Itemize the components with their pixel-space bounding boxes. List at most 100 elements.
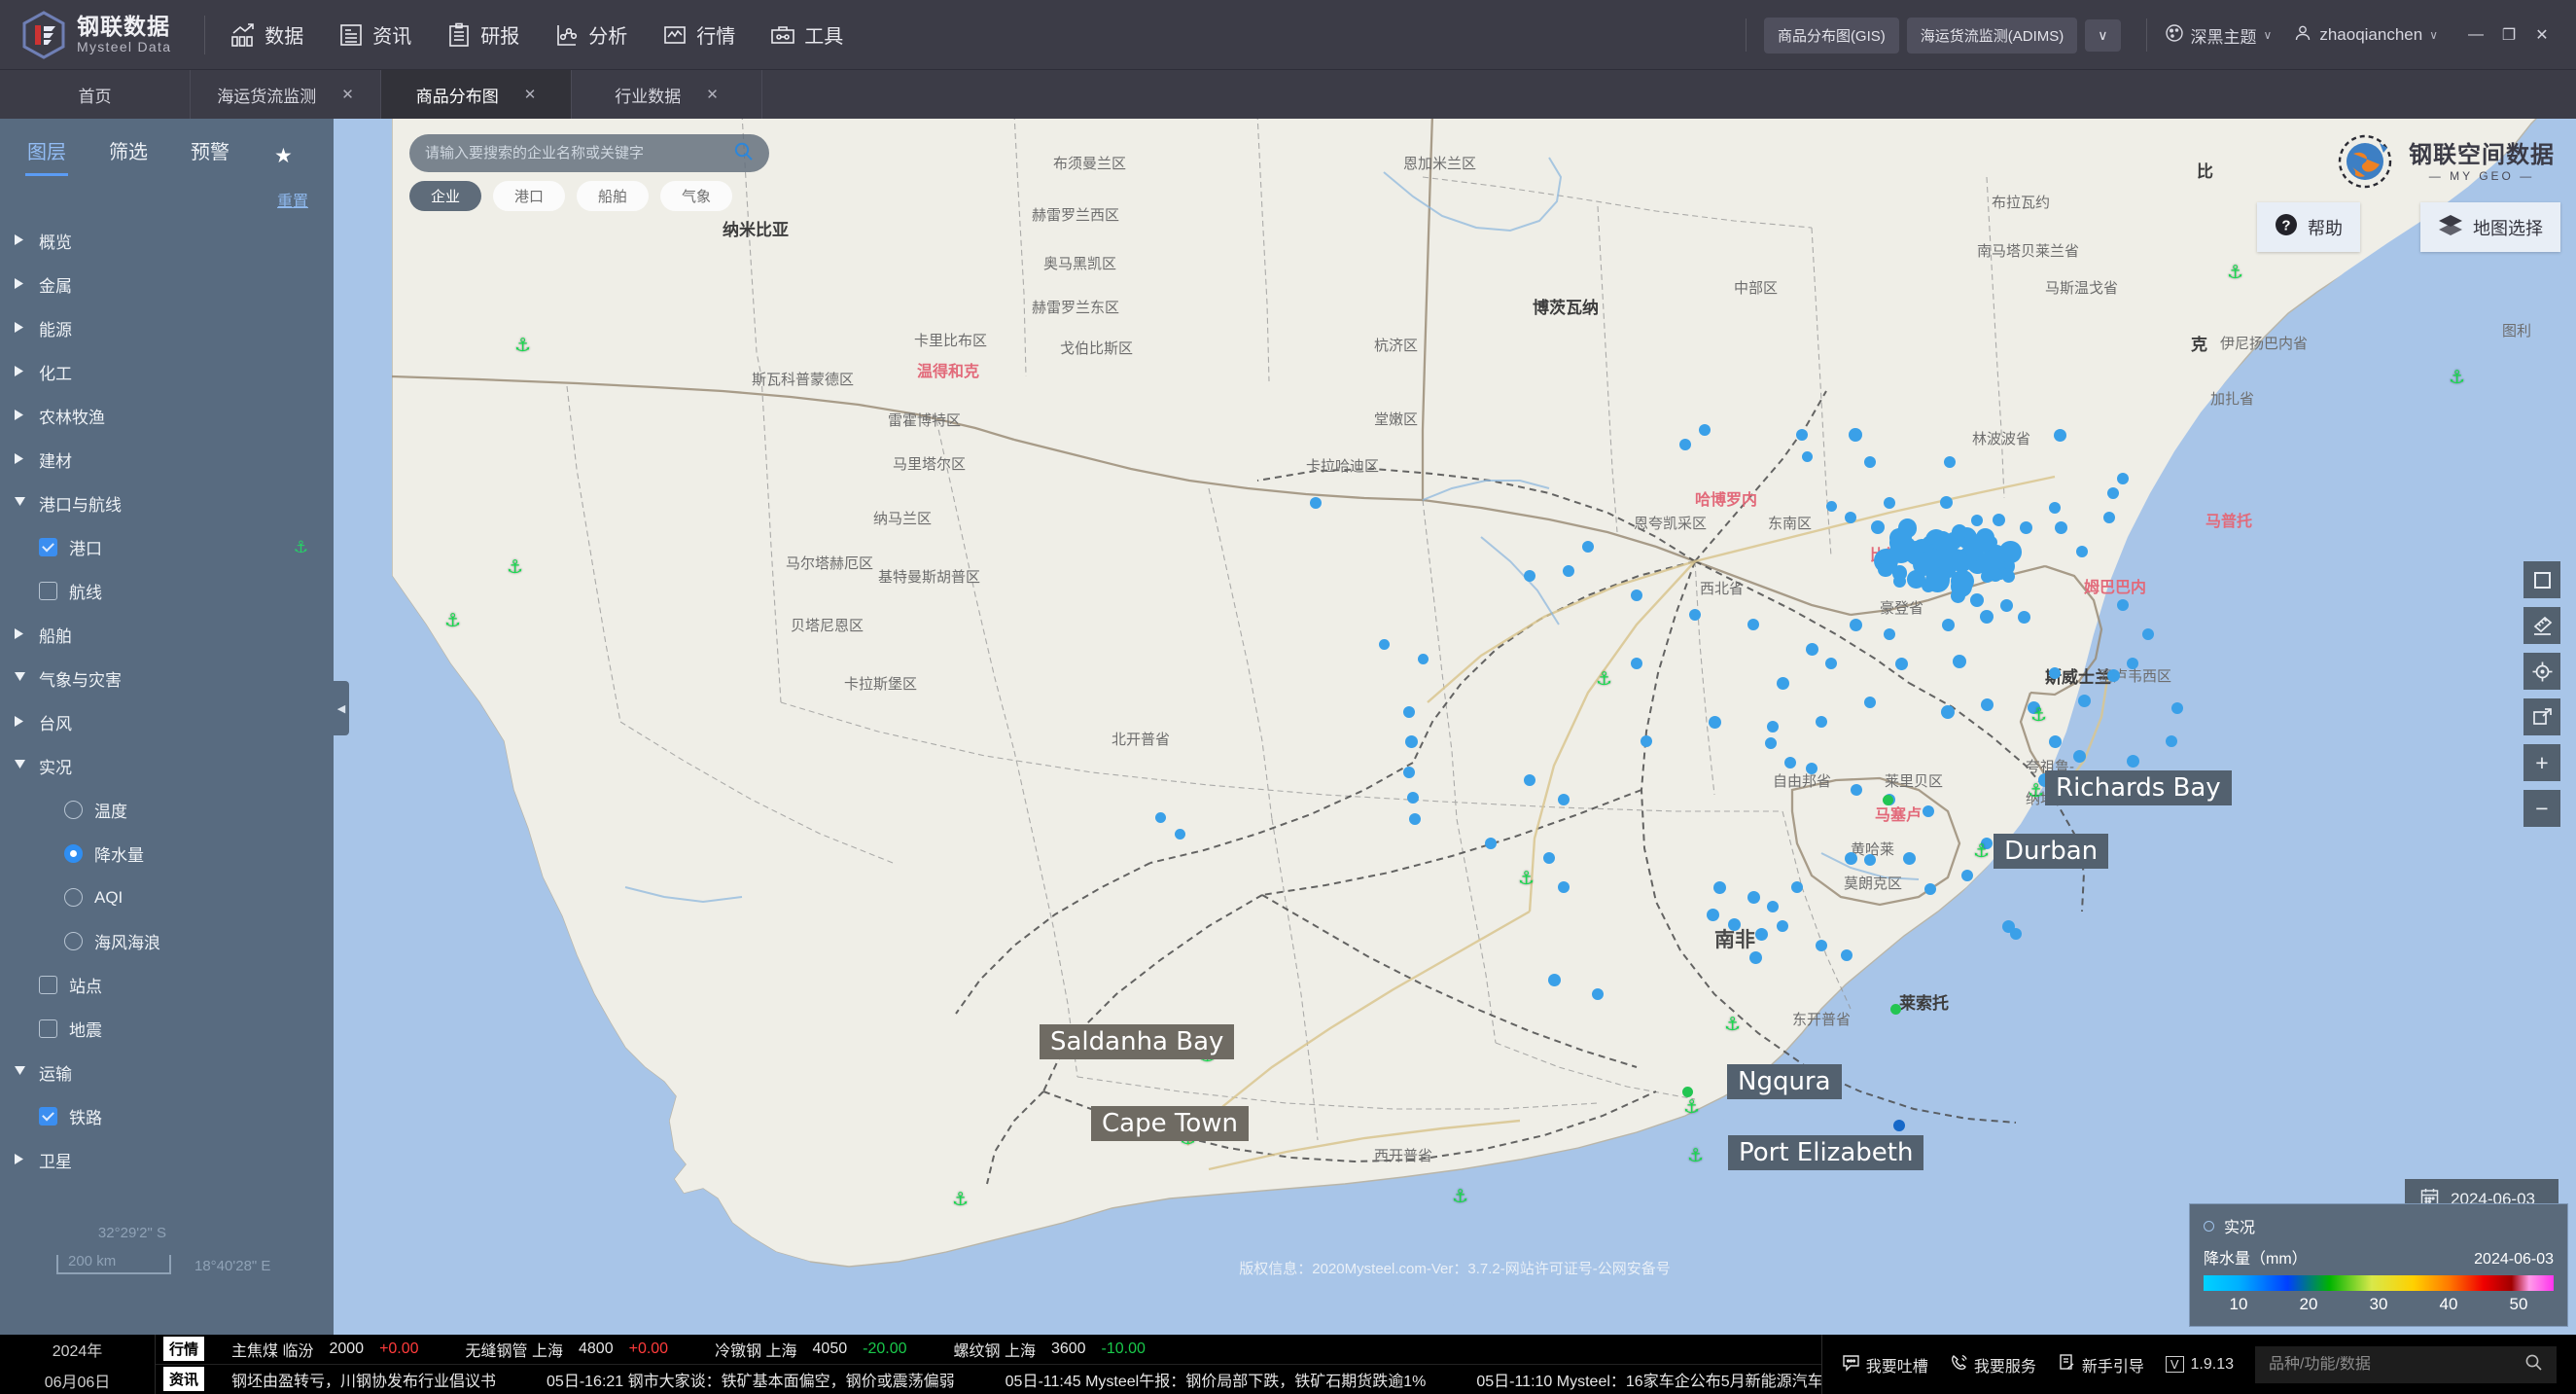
port-anchor-icon[interactable]: ⚓ [1452, 1186, 1468, 1208]
map-data-point[interactable] [2166, 735, 2177, 747]
map-data-point[interactable] [1850, 619, 1862, 631]
layer-tree-item[interactable]: AQI [0, 876, 334, 919]
map-data-point[interactable] [2127, 658, 2138, 669]
port-label[interactable]: Durban [1994, 834, 2108, 869]
theme-selector[interactable]: 深黑主题 ∨ [2165, 23, 2273, 48]
map-data-point[interactable] [1893, 1120, 1905, 1131]
map-data-point[interactable] [2107, 669, 2120, 682]
ticker-quote-item[interactable]: 无缝钢管 上海 4800 +0.00 [466, 1338, 669, 1361]
map-data-point[interactable] [1864, 854, 1876, 866]
nav-item-analysis[interactable]: 分析 [554, 20, 627, 49]
map-data-point[interactable] [1418, 654, 1429, 664]
map-data-point[interactable] [1558, 881, 1570, 893]
map-data-point[interactable] [1679, 439, 1691, 450]
port-label[interactable]: Saldanha Bay [1040, 1024, 1234, 1059]
layer-checkbox[interactable] [39, 1107, 57, 1126]
layer-tree-item[interactable]: 航线 [0, 569, 334, 613]
nav-item-quotes[interactable]: 行情 [662, 20, 735, 49]
port-anchor-icon[interactable]: ⚓ [2028, 780, 2044, 803]
map-data-point[interactable] [1849, 428, 1862, 442]
map-data-point[interactable] [1747, 619, 1759, 630]
tab-gis[interactable]: 商品分布图 ✕ [381, 70, 572, 119]
map-layer-select-button[interactable]: 地图选择 [2420, 202, 2560, 252]
layer-checkbox[interactable] [39, 582, 57, 600]
favorite-star-icon[interactable]: ★ [274, 144, 293, 168]
chevron-right-icon[interactable] [14, 365, 29, 380]
chevron-down-icon[interactable] [14, 1065, 29, 1081]
restore-button[interactable]: ❐ [2492, 18, 2525, 52]
zoom-out-icon[interactable]: − [2523, 790, 2560, 827]
service-button[interactable]: 我要服务 [1950, 1353, 2036, 1376]
map-data-point[interactable] [1940, 496, 1953, 509]
map-data-point[interactable] [1951, 570, 1973, 592]
map-data-point[interactable] [1845, 852, 1857, 865]
ticker-news-item[interactable]: 05日-16:21 钢市大家谈：铁矿基本面偏空，钢价或震荡偏弱 [547, 1368, 955, 1391]
map-data-point[interactable] [1907, 570, 1925, 589]
map-data-point[interactable] [1980, 610, 1994, 624]
layer-tree-item[interactable]: 温度 [0, 788, 334, 832]
chevron-right-icon[interactable] [14, 452, 29, 468]
nav-item-report[interactable]: 研报 [446, 20, 519, 49]
chevron-right-icon[interactable] [14, 715, 29, 731]
chevron-right-icon[interactable] [14, 233, 29, 249]
port-anchor-icon[interactable]: ⚓ [1724, 1014, 1741, 1036]
map-data-point[interactable] [2049, 735, 2062, 748]
map-data-point[interactable] [1175, 829, 1185, 840]
layer-tree-item[interactable]: 铁路 [0, 1094, 334, 1138]
layer-tree-item[interactable]: 港口与航线 [0, 482, 334, 525]
map-data-point[interactable] [1310, 497, 1322, 509]
map-data-point[interactable] [1845, 512, 1856, 523]
chevron-right-icon[interactable] [14, 627, 29, 643]
chevron-down-icon[interactable] [14, 671, 29, 687]
port-anchor-icon[interactable]: ⚓ [507, 556, 523, 579]
map-data-point[interactable] [1689, 609, 1701, 621]
map-data-point[interactable] [1524, 774, 1535, 786]
layer-tree-item[interactable]: 降水量 [0, 832, 334, 876]
chip-enterprise[interactable]: 企业 [409, 181, 481, 211]
legend-radio-icon[interactable] [2204, 1221, 2214, 1232]
map-data-point[interactable] [2018, 611, 2030, 624]
ticker-quote-item[interactable]: 螺纹钢 上海 3600 -10.00 [954, 1338, 1146, 1361]
layer-tree-item[interactable]: 运输 [0, 1051, 334, 1094]
map-data-point[interactable] [2076, 546, 2088, 557]
map-data-point[interactable] [1403, 706, 1415, 718]
map-data-point[interactable] [2107, 487, 2119, 499]
map-data-point[interactable] [1890, 1004, 1901, 1015]
map-data-point[interactable] [1825, 658, 1837, 669]
map-data-point[interactable] [1524, 570, 1535, 582]
port-anchor-icon[interactable]: ⚓ [2030, 704, 2047, 727]
chip-weather[interactable]: 气象 [660, 181, 732, 211]
map-data-point[interactable] [2078, 695, 2091, 707]
ticker-search-box[interactable] [2255, 1346, 2557, 1383]
map-data-point[interactable] [1403, 767, 1415, 778]
map-data-point[interactable] [2073, 750, 2086, 763]
map-data-point[interactable] [2054, 429, 2066, 442]
map-data-point[interactable] [1802, 451, 1813, 462]
guide-button[interactable]: 新手引导 [2058, 1353, 2144, 1376]
map-data-point[interactable] [1941, 705, 1955, 719]
port-anchor-icon[interactable]: ⚓ [2449, 367, 2465, 389]
chip-port[interactable]: 港口 [493, 181, 565, 211]
map-data-point[interactable] [1806, 643, 1818, 656]
map-data-point[interactable] [1379, 639, 1390, 650]
map-data-point[interactable] [2103, 512, 2115, 523]
chevron-right-icon[interactable] [14, 1153, 29, 1168]
port-anchor-icon[interactable]: ⚓ [952, 1189, 969, 1211]
map-data-point[interactable] [1932, 548, 1951, 566]
map-data-point[interactable] [1548, 974, 1561, 986]
map-data-point[interactable] [1864, 697, 1876, 708]
map-data-point[interactable] [1777, 920, 1788, 932]
sidebar-tab-layers[interactable]: 图层 [27, 136, 66, 176]
map-data-point[interactable] [1777, 677, 1789, 690]
map-data-point[interactable] [1961, 870, 1973, 881]
layer-tree-item[interactable]: 建材 [0, 438, 334, 482]
map-data-point[interactable] [2055, 521, 2067, 534]
port-anchor-icon[interactable]: ⚓ [1518, 868, 1535, 890]
map-data-point[interactable] [1631, 658, 1642, 669]
chevron-right-icon[interactable] [14, 277, 29, 293]
ticker-news-item[interactable]: 05日-11:10 Mysteel：16家车企公布5月新能源汽车销量，8成同比 [1476, 1368, 1820, 1391]
map-data-point[interactable] [1883, 795, 1893, 805]
sidebar-collapse-handle[interactable] [334, 681, 349, 735]
zoom-in-icon[interactable]: + [2523, 744, 2560, 781]
map-data-point[interactable] [1884, 497, 1895, 509]
